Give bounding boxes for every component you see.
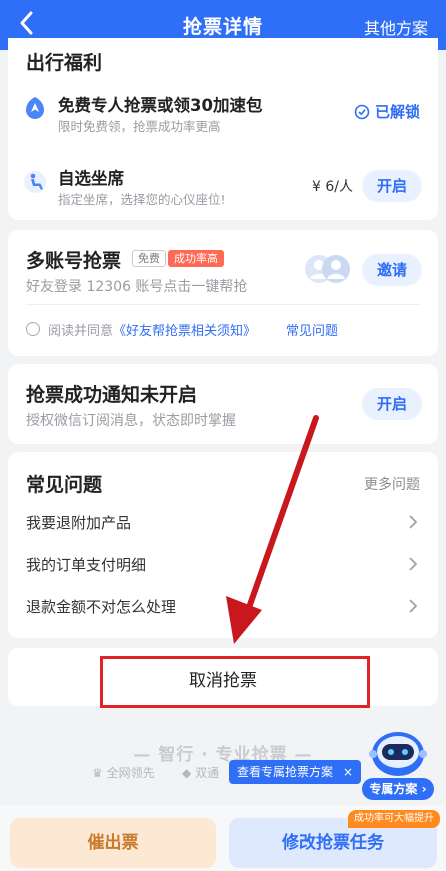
notify-sub: 授权微信订阅消息，状态即时掌握 bbox=[26, 413, 236, 429]
plan-tip-label: 查看专属抢票方案 bbox=[237, 765, 334, 779]
seat-open-button[interactable]: 开启 bbox=[362, 170, 422, 202]
faq-link[interactable]: 常见问题 bbox=[286, 320, 338, 339]
faq-card: 常见问题 更多问题 我要退附加产品 我的订单支付明细 退款金额不对怎么处理 bbox=[8, 452, 438, 638]
more-faq-link[interactable]: 更多问题 bbox=[364, 474, 420, 494]
free-tag: 免费 bbox=[132, 250, 166, 267]
faq-item-label: 退款金额不对怎么处理 bbox=[26, 598, 177, 616]
agree-text: 阅读并同意《好友帮抢票相关须知》 bbox=[48, 320, 256, 339]
faq-title: 常见问题 bbox=[26, 474, 103, 496]
divider bbox=[26, 304, 420, 305]
notify-card: 抢票成功通知未开启 授权微信订阅消息，状态即时掌握 开启 bbox=[8, 364, 438, 444]
close-icon[interactable]: × bbox=[343, 765, 353, 779]
slogan-left-label: 全网领先 bbox=[106, 766, 155, 780]
invite-button[interactable]: 邀请 bbox=[362, 254, 422, 286]
multi-sub: 好友登录 12306 账号点击一键帮抢 bbox=[26, 279, 248, 295]
faq-item[interactable]: 我要退附加产品 bbox=[26, 512, 420, 532]
slogan-left: ♛ 全网领先 bbox=[92, 764, 155, 781]
seat-sub: 指定坐席，选择您的心仪座位! bbox=[58, 192, 226, 207]
assistant-widget[interactable]: 专属方案 › bbox=[360, 724, 436, 802]
urge-ticket-button[interactable]: 催出票 bbox=[10, 818, 216, 868]
slogan-right: ◆ 双通 bbox=[182, 764, 219, 781]
friend-avatars-icon bbox=[305, 255, 350, 283]
chevron-right-icon bbox=[409, 515, 418, 529]
plan-tip-banner[interactable]: 查看专属抢票方案 × bbox=[229, 760, 362, 784]
highlight-box bbox=[100, 656, 370, 708]
faq-item-label: 我要退附加产品 bbox=[26, 514, 132, 532]
seat-icon bbox=[24, 171, 46, 193]
success-rate-tag: 成功率高 bbox=[168, 250, 224, 267]
agree-notice-link[interactable]: 《好友帮抢票相关须知》 bbox=[113, 324, 256, 339]
welfare-title: 出行福利 bbox=[26, 52, 103, 74]
agree-prefix: 阅读并同意 bbox=[48, 324, 114, 339]
assistant-label: 专属方案 › bbox=[362, 778, 434, 800]
diamond-icon: ◆ bbox=[182, 766, 192, 780]
assistant-label-text: 专属方案 bbox=[369, 782, 418, 796]
welfare-card: 出行福利 免费专人抢票或领30加速包 限时免费领，抢票成功率更高 已解锁 自选坐… bbox=[8, 38, 438, 220]
robot-assistant-icon bbox=[369, 732, 427, 776]
other-plan-link[interactable]: 其他方案 bbox=[364, 15, 428, 39]
slogan-right-label: 双通 bbox=[195, 766, 220, 780]
agree-checkbox[interactable] bbox=[26, 322, 40, 336]
speed-pack-sub: 限时免费领，抢票成功率更高 bbox=[58, 119, 221, 134]
rocket-badge-icon bbox=[26, 97, 44, 119]
unlock-status: 已解锁 bbox=[354, 101, 420, 121]
multi-title: 多账号抢票 bbox=[26, 250, 122, 272]
faq-item-label: 我的订单支付明细 bbox=[26, 556, 147, 574]
seat-price: ¥ 6/人 bbox=[312, 179, 353, 195]
seat-title: 自选坐席 bbox=[58, 169, 124, 188]
success-rate-badge: 成功率可大幅提升 bbox=[348, 810, 440, 828]
faq-item[interactable]: 我的订单支付明细 bbox=[26, 554, 420, 574]
trophy-icon: ♛ bbox=[92, 766, 103, 780]
check-circle-icon bbox=[354, 104, 370, 120]
unlock-label: 已解锁 bbox=[374, 103, 420, 121]
faq-item[interactable]: 退款金额不对怎么处理 bbox=[26, 596, 420, 616]
multi-account-card: 多账号抢票 免费 成功率高 好友登录 12306 账号点击一键帮抢 邀请 阅读并… bbox=[8, 230, 438, 356]
speed-pack-title: 免费专人抢票或领30加速包 bbox=[58, 96, 263, 115]
notify-title: 抢票成功通知未开启 bbox=[26, 384, 198, 406]
chevron-right-icon bbox=[409, 599, 418, 613]
chevron-right-icon bbox=[409, 557, 418, 571]
notify-open-button[interactable]: 开启 bbox=[362, 388, 422, 420]
